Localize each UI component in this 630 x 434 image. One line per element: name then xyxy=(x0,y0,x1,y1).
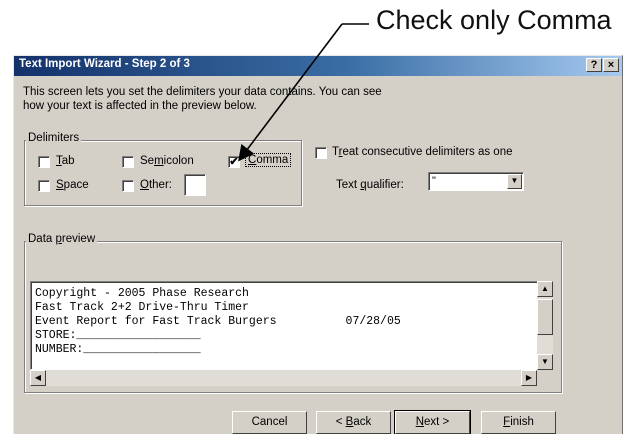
data-preview-group-label: Data preview xyxy=(26,233,98,245)
vertical-scrollbar[interactable]: ▲ ▼ xyxy=(537,281,553,370)
horizontal-scrollbar[interactable]: ◀ ▶ xyxy=(30,370,537,386)
title-bar: Text Import Wizard - Step 2 of 3 ? × xyxy=(14,56,622,76)
space-checkbox[interactable] xyxy=(38,180,50,192)
treat-consecutive-label[interactable]: Treat consecutive delimiters as one xyxy=(332,146,513,158)
comma-checkbox[interactable]: ✔ xyxy=(228,156,240,168)
preview-line: Copyright - 2005 Phase Research xyxy=(35,287,249,300)
delimiters-group-label: Delimiters xyxy=(26,132,82,144)
text-qualifier-value: " xyxy=(432,175,436,187)
description: This screen lets you set the delimiters … xyxy=(23,85,503,113)
tab-label[interactable]: Tab xyxy=(56,155,75,167)
dialog-title: Text Import Wizard - Step 2 of 3 xyxy=(19,58,190,70)
preview-line: Event Report for Fast Track Burgers 07/2… xyxy=(35,315,401,328)
back-button[interactable]: < Back xyxy=(316,411,391,434)
next-button[interactable]: Next > xyxy=(394,410,471,434)
semicolon-checkbox[interactable] xyxy=(122,156,134,168)
delimiters-group xyxy=(24,140,302,206)
finish-button[interactable]: Finish xyxy=(481,411,556,434)
close-button[interactable]: × xyxy=(603,58,619,72)
preview-line: Fast Track 2+2 Drive-Thru Timer xyxy=(35,301,249,314)
data-preview-area[interactable]: Copyright - 2005 Phase Research Fast Tra… xyxy=(30,281,553,370)
scroll-up-icon[interactable]: ▲ xyxy=(537,281,553,297)
vertical-scroll-thumb[interactable] xyxy=(537,299,553,335)
scroll-left-icon[interactable]: ◀ xyxy=(30,370,46,386)
other-checkbox[interactable] xyxy=(122,180,134,192)
text-qualifier-select[interactable]: " ▼ xyxy=(428,172,524,191)
chevron-down-icon[interactable]: ▼ xyxy=(507,174,522,189)
comma-label[interactable]: Comma xyxy=(245,153,292,167)
text-import-wizard-dialog: Text Import Wizard - Step 2 of 3 ? × Thi… xyxy=(13,55,623,434)
callout-text: Check only Comma xyxy=(376,5,612,35)
description-line-2: how your text is affected in the preview… xyxy=(23,100,257,112)
text-qualifier-label: Text qualifier: xyxy=(336,179,404,191)
cancel-button[interactable]: Cancel xyxy=(232,411,307,434)
other-delimiter-input[interactable] xyxy=(184,174,206,196)
preview-line: NUMBER:_________________ xyxy=(35,343,201,356)
tab-checkbox[interactable] xyxy=(38,156,50,168)
other-label[interactable]: Other: xyxy=(140,179,172,191)
semicolon-label[interactable]: Semicolon xyxy=(140,155,194,167)
description-line-1: This screen lets you set the delimiters … xyxy=(23,86,382,98)
space-label[interactable]: Space xyxy=(56,179,89,191)
treat-consecutive-checkbox[interactable] xyxy=(315,147,327,159)
preview-line: STORE:__________________ xyxy=(35,329,201,342)
scroll-right-icon[interactable]: ▶ xyxy=(521,370,537,386)
help-button[interactable]: ? xyxy=(586,58,602,72)
scroll-down-icon[interactable]: ▼ xyxy=(537,354,553,370)
